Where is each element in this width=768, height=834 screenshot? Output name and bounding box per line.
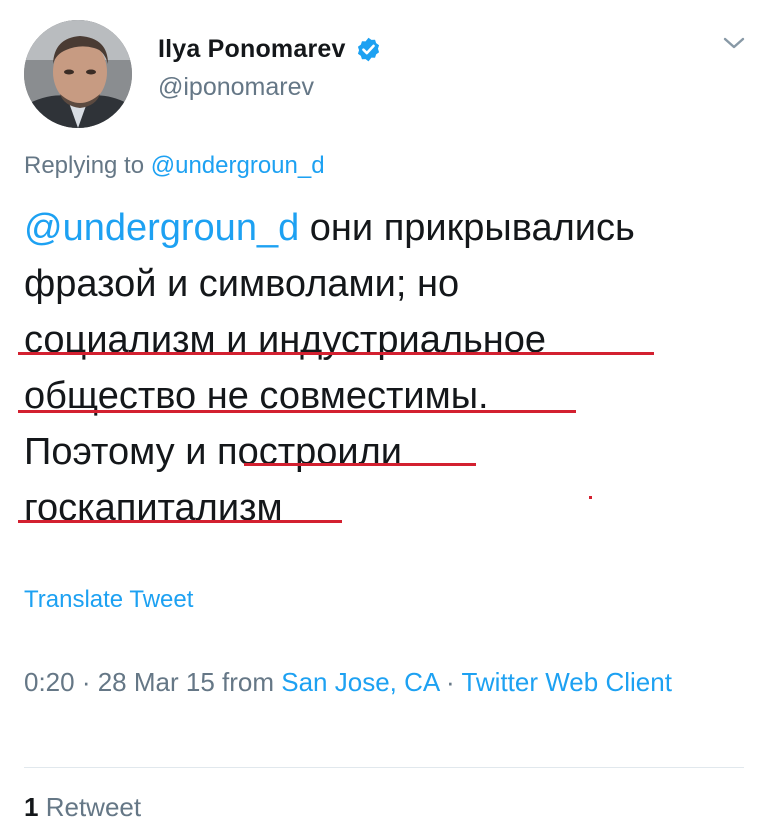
- divider: [24, 767, 744, 768]
- meta-separator: ·: [438, 667, 462, 697]
- tweet-meta: 0:20 · 28 Mar 15 from San Jose, CA · Twi…: [24, 663, 724, 701]
- avatar-photo: [24, 20, 132, 128]
- tweet-line-5: Поэтому и построили: [24, 424, 754, 480]
- replying-to: Replying to @undergroun_d: [24, 152, 325, 180]
- retweet-count: 1: [24, 792, 39, 822]
- author-block[interactable]: Ilya Ponomarev @iponomarev: [158, 33, 382, 102]
- tweet-line-5a: Поэтому и: [24, 431, 218, 473]
- location-link[interactable]: San Jose, CA: [281, 667, 439, 697]
- tweet-line-1: @undergroun_d они прикрывались: [24, 200, 754, 256]
- meta-separator: ·: [74, 667, 98, 697]
- meta-from: from: [214, 667, 282, 697]
- red-mark: [589, 496, 592, 499]
- translate-tweet-link[interactable]: Translate Tweet: [24, 586, 193, 614]
- tweet-line-5b: построили: [217, 431, 403, 473]
- verified-badge-icon: [355, 36, 382, 63]
- tweet-line-4: общество не совместимы.: [24, 375, 489, 417]
- tweet-time[interactable]: 0:20: [24, 667, 75, 697]
- red-underline: [18, 352, 654, 355]
- author-name[interactable]: Ilya Ponomarev: [158, 35, 346, 64]
- red-underline: [18, 520, 342, 523]
- tweet-text: @undergroun_d они прикрывались фразой и …: [24, 200, 754, 536]
- avatar[interactable]: [24, 20, 132, 128]
- tweet-line-2: фразой и символами; но: [24, 263, 460, 305]
- red-underline: [244, 463, 476, 466]
- red-underline: [18, 410, 576, 413]
- tweet-date[interactable]: 28 Mar 15: [98, 667, 215, 697]
- tweet-line-3: социализм и индустриальное: [24, 319, 547, 361]
- reply-target-link[interactable]: @undergroun_d: [151, 152, 325, 179]
- retweet-stats[interactable]: 1 Retweet: [24, 792, 141, 823]
- tweet-line-6: госкапитализм: [24, 487, 283, 529]
- tweet-mention-link[interactable]: @undergroun_d: [24, 207, 299, 249]
- tweet-line-1-text: они прикрывались: [299, 207, 635, 249]
- retweet-label: Retweet: [45, 792, 142, 822]
- client-link[interactable]: Twitter Web Client: [461, 667, 671, 697]
- replying-prefix: Replying to: [24, 152, 145, 179]
- author-handle[interactable]: @iponomarev: [158, 73, 382, 102]
- chevron-down-icon[interactable]: [720, 32, 748, 54]
